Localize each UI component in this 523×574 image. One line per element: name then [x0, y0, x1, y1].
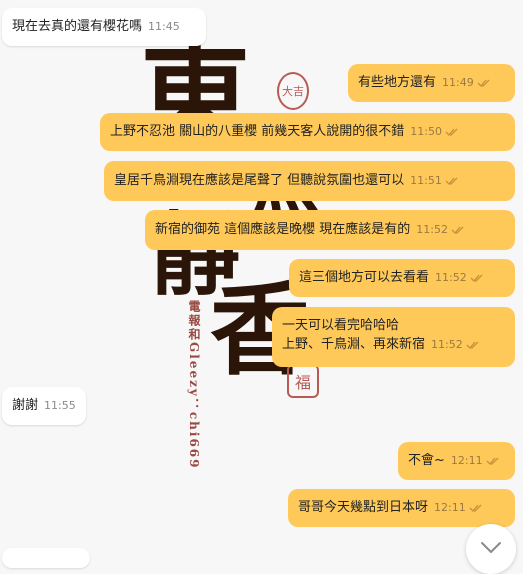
double-check-icon: [470, 274, 483, 282]
message-incoming-partial[interactable]: [2, 548, 90, 568]
wallpaper-seal-bottom: 福: [287, 364, 319, 398]
message-time: 11:52: [431, 338, 463, 351]
message-outgoing[interactable]: 有些地方還有 11:49: [348, 64, 515, 102]
message-time: 11:52: [416, 223, 448, 236]
message-text: 不會~: [408, 453, 445, 468]
message-time: 11:50: [410, 125, 442, 138]
message-time: 11:49: [442, 76, 474, 89]
double-check-icon: [451, 226, 464, 234]
message-outgoing[interactable]: 哥哥今天幾點到日本呀 12:11: [288, 489, 515, 527]
message-outgoing[interactable]: 一天可以看完哈哈哈 上野、千鳥淵、再來新宿 11:52: [272, 307, 515, 367]
message-time: 12:11: [450, 454, 483, 467]
double-check-icon: [469, 504, 482, 512]
message-time: 11:55: [44, 399, 76, 412]
message-time: 11:45: [148, 20, 180, 33]
message-outgoing[interactable]: 新宿的御苑 這個應該是晚櫻 現在應該是有的 11:52: [145, 210, 515, 250]
message-text: 上野不忍池 關山的八重櫻 前幾天客人說開的很不錯: [110, 124, 405, 139]
message-time: 11:51: [410, 174, 442, 187]
message-outgoing[interactable]: 上野不忍池 關山的八重櫻 前幾天客人說開的很不錯 11:50: [100, 113, 515, 151]
double-check-icon: [477, 79, 490, 87]
message-incoming[interactable]: 謝謝 11:55: [2, 387, 86, 425]
double-check-icon: [445, 177, 458, 185]
message-text: 哥哥今天幾點到日本呀: [298, 500, 429, 515]
wallpaper-seal-top: 大吉: [277, 72, 309, 110]
message-text: 現在去真的還有櫻花嗎: [12, 19, 143, 34]
message-text: 有些地方還有: [358, 75, 437, 90]
message-time: 12:11: [434, 501, 466, 514]
message-outgoing[interactable]: 不會~ 12:11: [398, 442, 515, 480]
wallpaper-caption: 電報和Gleezy：chi669: [187, 300, 201, 470]
message-text: 新宿的御苑 這個應該是晚櫻 現在應該是有的: [155, 222, 411, 237]
message-text: 謝謝: [12, 398, 39, 413]
double-check-icon: [466, 341, 479, 349]
message-outgoing[interactable]: 皇居千鳥淵現在應該是尾聲了 但聽說氛圍也還可以 11:51: [104, 161, 515, 201]
message-text: 皇居千鳥淵現在應該是尾聲了 但聽說氛圍也還可以: [114, 173, 405, 188]
message-text: 這三個地方可以去看看: [299, 270, 430, 285]
message-incoming[interactable]: 現在去真的還有櫻花嗎 11:45: [2, 8, 206, 46]
scroll-to-bottom-button[interactable]: [466, 524, 516, 574]
message-text: 一天可以看完哈哈哈 上野、千鳥淵、再來新宿: [282, 318, 426, 352]
message-outgoing[interactable]: 這三個地方可以去看看 11:52: [289, 259, 515, 297]
message-time: 11:52: [435, 271, 467, 284]
double-check-icon: [445, 128, 458, 136]
double-check-icon: [486, 457, 499, 465]
chevron-down-icon: [481, 542, 501, 554]
